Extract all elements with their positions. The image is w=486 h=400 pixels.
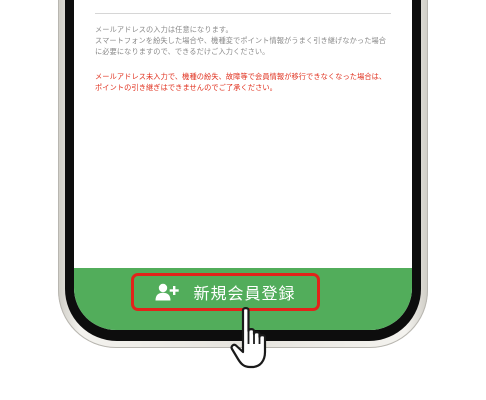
- register-button-label: 新規会員登録: [193, 284, 296, 303]
- phone-screen: メールアドレスの入力は任意になります。 スマートフォンを紛失した場合や、機種変で…: [74, 0, 412, 330]
- email-optional-note: メールアドレスの入力は任意になります。 スマートフォンを紛失した場合や、機種変で…: [95, 25, 387, 56]
- stage: メールアドレスの入力は任意になります。 スマートフォンを紛失した場合や、機種変で…: [0, 0, 486, 400]
- register-button[interactable]: 新規会員登録: [131, 273, 320, 311]
- hand-pointer-icon: [230, 307, 267, 369]
- divider: [95, 13, 391, 14]
- email-warning-note: メールアドレス未入力で、機種の紛失、故障等で会員情報が移行できなくなった場合は、…: [95, 72, 387, 92]
- add-user-icon: [155, 283, 180, 301]
- phone-frame: メールアドレスの入力は任意になります。 スマートフォンを紛失した場合や、機種変で…: [58, 0, 428, 348]
- screen-content: メールアドレスの入力は任意になります。 スマートフォンを紛失した場合や、機種変で…: [95, 0, 391, 93]
- phone-bezel: メールアドレスの入力は任意になります。 スマートフォンを紛失した場合や、機種変で…: [65, 0, 421, 341]
